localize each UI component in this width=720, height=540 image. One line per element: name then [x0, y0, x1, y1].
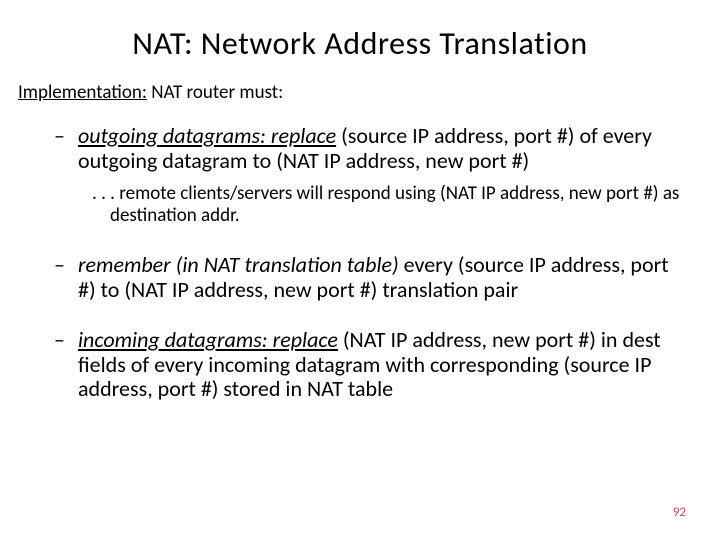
bullet-list: outgoing datagrams: replace (source IP a… [36, 124, 684, 402]
bullet-item: remember (in NAT translation table) ever… [60, 253, 684, 302]
bullet-item: incoming datagrams: replace (NAT IP addr… [60, 328, 684, 402]
bullet-lead: incoming datagrams: replace [78, 326, 338, 353]
bullet-item: outgoing datagrams: replace (source IP a… [60, 124, 684, 227]
bullet-lead: remember (in NAT translation table) [78, 251, 399, 278]
slide: NAT: Network Address Translation Impleme… [0, 0, 720, 540]
page-number: 92 [673, 505, 686, 520]
implementation-line: Implementation: NAT router must: [18, 81, 684, 104]
implementation-rest: NAT router must: [147, 81, 283, 104]
bullet-lead: outgoing datagrams: replace [78, 122, 336, 149]
slide-title: NAT: Network Address Translation [36, 24, 684, 63]
bullet-subnote: . . . remote clients/servers will respon… [92, 183, 684, 227]
implementation-underlined: Implementation: [18, 81, 147, 104]
